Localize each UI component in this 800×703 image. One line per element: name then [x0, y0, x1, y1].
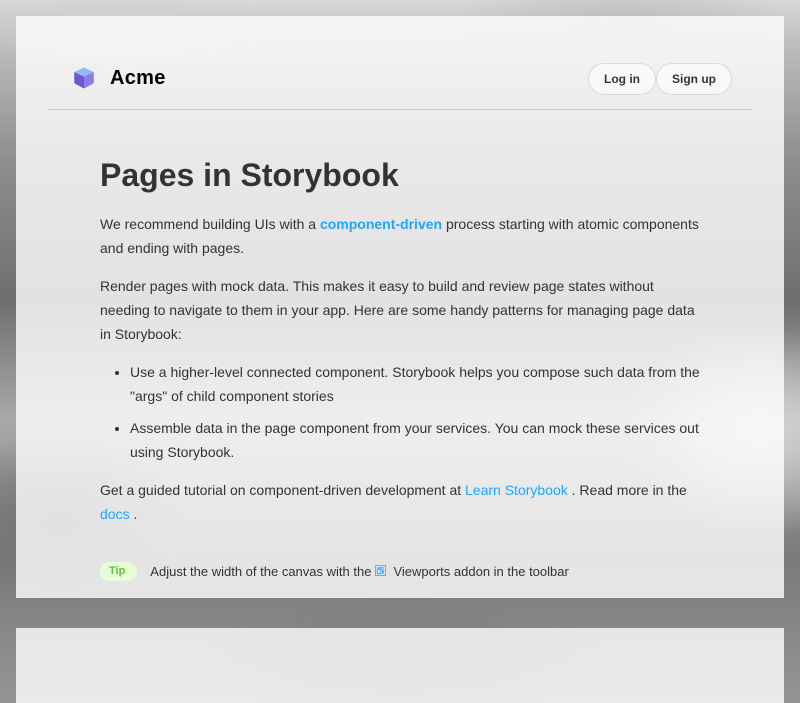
- component-driven-link[interactable]: component-driven: [320, 216, 442, 232]
- tip-wrapper: Tip Adjust the width of the canvas with …: [100, 562, 569, 581]
- tutorial-paragraph: Get a guided tutorial on component-drive…: [100, 478, 704, 526]
- viewport-icon: [375, 564, 387, 579]
- tip-text-after: Viewports addon in the toolbar: [393, 564, 569, 579]
- login-button[interactable]: Log in: [588, 63, 656, 95]
- docs-link[interactable]: docs: [100, 506, 130, 522]
- list-item: Assemble data in the page component from…: [130, 416, 704, 464]
- tip-text: Adjust the width of the canvas with the …: [150, 564, 569, 579]
- brand-name: Acme: [110, 66, 166, 89]
- page-content: Pages in Storybook We recommend building…: [100, 150, 704, 540]
- signup-button[interactable]: Sign up: [656, 63, 732, 95]
- tip-badge: Tip: [100, 562, 138, 581]
- tip-text-before: Adjust the width of the canvas with the: [150, 564, 372, 579]
- learn-storybook-link[interactable]: Learn Storybook: [465, 482, 568, 498]
- tutorial-text-before: Get a guided tutorial on component-drive…: [100, 482, 462, 498]
- patterns-list: Use a higher-level connected component. …: [100, 360, 704, 464]
- site-header: Acme Log in Sign up: [48, 48, 752, 110]
- cube-logo-icon: [72, 66, 96, 90]
- render-paragraph: Render pages with mock data. This makes …: [100, 278, 695, 342]
- list-item: Use a higher-level connected component. …: [130, 360, 704, 408]
- tutorial-text-middle: . Read more in the: [571, 482, 687, 498]
- tutorial-text-end: .: [133, 506, 138, 522]
- intro-paragraph: We recommend building UIs with a compone…: [100, 212, 704, 260]
- page-panel-bottom: [16, 628, 784, 703]
- page-title: Pages in Storybook: [100, 157, 399, 193]
- intro-text-before: We recommend building UIs with a: [100, 216, 317, 232]
- auth-buttons: Log in Sign up: [588, 63, 732, 95]
- brand[interactable]: Acme: [72, 66, 166, 90]
